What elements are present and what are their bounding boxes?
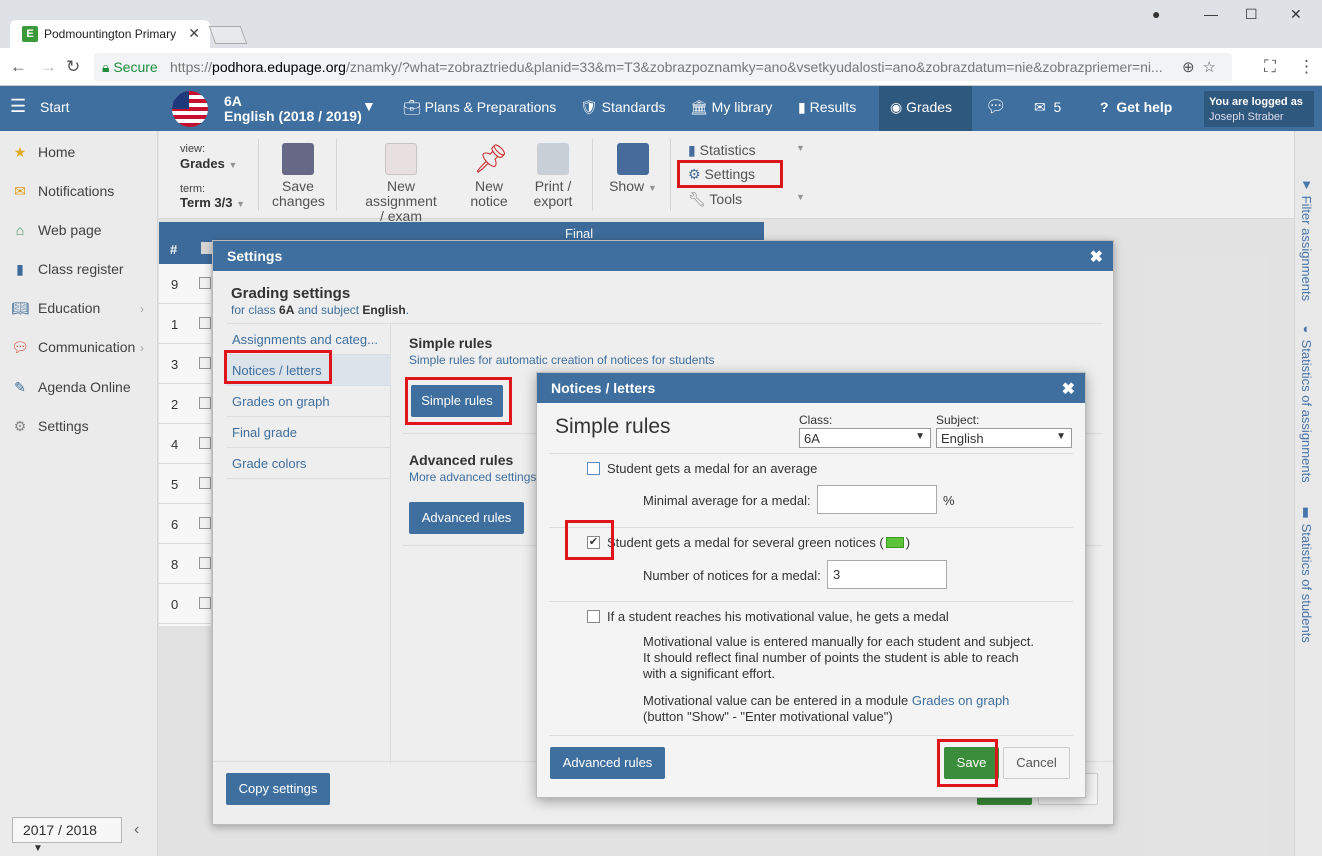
percent-unit: %: [943, 493, 955, 508]
rule-green-notices-label: Student gets a medal for several green n…: [607, 535, 911, 550]
envelope-icon: ✉: [1034, 99, 1046, 115]
browser-tabbar: E Podmountington Primary ✕ ● — ☐ ✕: [0, 0, 1322, 48]
chevron-down-icon: ▼: [1056, 431, 1066, 442]
notices-count-input[interactable]: 3: [827, 560, 947, 589]
close-window-icon[interactable]: ✕: [1290, 6, 1302, 23]
back-icon[interactable]: ←: [10, 57, 27, 77]
save-highlight-box: [937, 739, 998, 787]
motivational-module-note: Motivational value can be entered in a m…: [643, 693, 1010, 724]
reload-icon[interactable]: ↻: [66, 57, 80, 77]
app-header: ☰ Start 6A English (2018 / 2019) ▼ 💼︎ Pl…: [0, 86, 1322, 131]
profile-icon[interactable]: ●: [1152, 6, 1160, 22]
secure-label: Secure: [113, 59, 158, 75]
forward-icon[interactable]: →: [40, 57, 57, 77]
lock-icon: 🔒︎: [102, 59, 110, 75]
grades-nav[interactable]: ◉ Grades: [890, 99, 952, 116]
us-flag-icon: [172, 91, 208, 127]
messages-nav[interactable]: ✉ 5: [1034, 99, 1061, 116]
notices-dialog-header: Notices / letters ✖: [537, 373, 1085, 403]
advanced-rules-button[interactable]: Advanced rules: [409, 502, 524, 534]
library-icon: 🏛︎: [690, 99, 708, 115]
close-icon[interactable]: ✖: [1062, 379, 1075, 399]
simple-rules-highlight-box: [405, 377, 512, 425]
green-notice-icon: [885, 537, 904, 548]
standards-nav[interactable]: 🛡︎ Standards: [580, 99, 666, 116]
settings-dialog-header: Settings ✖: [213, 241, 1113, 271]
grades-on-graph-link[interactable]: Grades on graph: [912, 693, 1010, 708]
results-nav[interactable]: ▮ Results: [798, 99, 856, 116]
tab-title: Podmountington Primary: [44, 27, 177, 41]
close-icon[interactable]: ✖: [1090, 247, 1103, 267]
subject-select[interactable]: English ▼: [936, 428, 1072, 448]
url-text: https://podhora.edupage.org/znamky/?what…: [170, 59, 1163, 75]
rule-average-checkbox[interactable]: [587, 462, 600, 475]
grading-settings-subtitle: for class 6A and subject English.: [231, 303, 410, 317]
advanced-rules-desc: More advanced settings: [409, 470, 537, 484]
library-nav[interactable]: 🏛︎ My library: [690, 99, 772, 116]
chevron-down-icon[interactable]: ▼: [362, 98, 376, 114]
min-average-label: Minimal average for a medal:: [643, 493, 811, 508]
edupage-favicon-icon: E: [22, 26, 38, 42]
help-nav[interactable]: ? Get help: [1100, 99, 1172, 115]
url-input[interactable]: 🔒︎ Secure https://podhora.edupage.org/zn…: [94, 53, 1232, 81]
bookmark-star-icon[interactable]: ☆: [1203, 59, 1224, 76]
address-bar: ← → ↻ 🔒︎ Secure https://podhora.edupage.…: [0, 48, 1322, 86]
chat-icon[interactable]: 💬︎: [985, 97, 1007, 117]
notices-dialog: Notices / letters ✖ Simple rules Class: …: [536, 372, 1086, 798]
simple-rules-heading: Simple rules: [409, 335, 493, 351]
menu-grade-colors[interactable]: Grade colors: [227, 448, 391, 479]
class-label: Class:: [799, 413, 833, 427]
briefcase-icon: 💼︎: [403, 99, 421, 115]
grading-settings-heading: Grading settings: [231, 285, 351, 302]
bar-chart-icon: ▮: [798, 99, 806, 115]
cast-icon[interactable]: ⛶: [1264, 57, 1276, 77]
class-subject-selector[interactable]: 6A English (2018 / 2019): [224, 94, 362, 124]
simple-rules-title: Simple rules: [555, 415, 671, 438]
shield-icon: 🛡︎: [580, 99, 598, 115]
start-button[interactable]: Start: [40, 99, 70, 115]
menu-grades-on-graph[interactable]: Grades on graph: [227, 386, 391, 417]
notices-advanced-rules-button[interactable]: Advanced rules: [550, 747, 665, 779]
class-select[interactable]: 6A ▼: [799, 428, 931, 448]
plans-nav[interactable]: 💼︎ Plans & Preparations: [403, 99, 556, 116]
rule-motivational-label: If a student reaches his motivational va…: [607, 609, 949, 624]
maximize-icon[interactable]: ☐: [1245, 6, 1258, 23]
settings-dialog-title: Settings: [227, 248, 283, 264]
cancel-button[interactable]: Cancel: [1003, 747, 1070, 779]
checkbox-highlight-box: [565, 520, 614, 560]
advanced-rules-heading: Advanced rules: [409, 452, 514, 468]
zoom-icon[interactable]: ⊕: [1182, 59, 1203, 76]
menu-final-grade[interactable]: Final grade: [227, 417, 391, 448]
min-average-input[interactable]: [817, 485, 937, 514]
close-tab-icon[interactable]: ✕: [188, 25, 200, 42]
rule-motivational-checkbox[interactable]: [587, 610, 600, 623]
settings-menu-list: Assignments and categ... Notices / lette…: [227, 324, 391, 764]
grades-icon: ◉: [890, 99, 903, 115]
copy-settings-button[interactable]: Copy settings: [226, 773, 330, 805]
notices-menu-highlight-box: [224, 350, 332, 384]
rule-average-label: Student gets a medal for an average: [607, 461, 818, 476]
hamburger-menu-icon[interactable]: ☰: [10, 96, 26, 117]
new-tab-button[interactable]: [208, 26, 248, 44]
logged-user-box[interactable]: You are logged as Joseph Straber: [1204, 91, 1314, 127]
notices-count-label: Number of notices for a medal:: [643, 568, 821, 583]
menu-dots-icon[interactable]: ⋮: [1298, 57, 1315, 77]
simple-rules-desc: Simple rules for automatic creation of n…: [409, 353, 715, 367]
chevron-down-icon: ▼: [915, 431, 925, 442]
browser-tab[interactable]: E Podmountington Primary ✕: [10, 20, 210, 48]
motivational-explanation: Motivational value is entered manually f…: [643, 634, 1034, 681]
minimize-icon[interactable]: —: [1204, 6, 1218, 22]
question-icon: ?: [1100, 99, 1109, 115]
notices-dialog-title: Notices / letters: [551, 380, 656, 396]
subject-label: Subject:: [936, 413, 980, 427]
